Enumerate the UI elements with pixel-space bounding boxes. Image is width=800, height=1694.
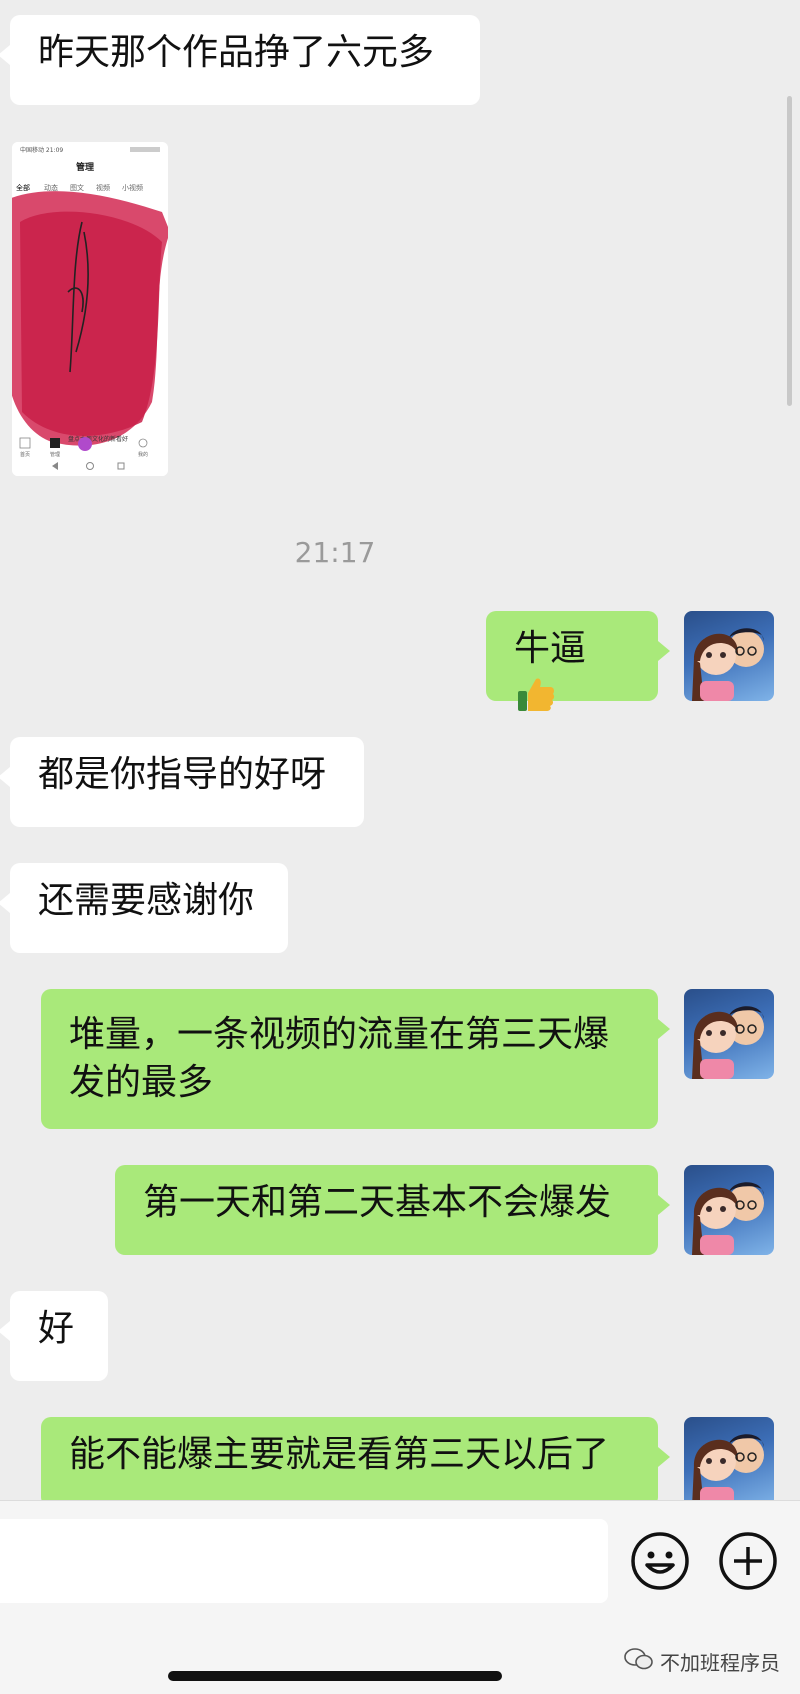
message-bubble-received[interactable]: 好 — [0, 1291, 108, 1381]
thumb-tab: 全部 — [16, 183, 30, 192]
message-text-line: 发的最多 — [69, 1062, 214, 1103]
avatar[interactable] — [684, 1165, 774, 1255]
message-bubble-sent[interactable]: 能不能爆主要就是看第三天以后了 — [41, 1417, 670, 1500]
avatar[interactable] — [684, 989, 774, 1079]
message-text-line: 堆量，一条视频的流量在第三天爆 — [69, 1014, 610, 1055]
thumb-status-time: 中国移动 21:09 — [20, 146, 63, 154]
message-bubble-sent[interactable]: 牛逼 — [486, 611, 670, 711]
shared-screenshot-image[interactable]: 中国移动 21:09 管理 全部 动态 图文 视频 小视频 盘点本周文化的新看好… — [12, 142, 168, 476]
message-text: 牛逼 — [514, 628, 587, 669]
message-text: 第一天和第二天基本不会爆发 — [143, 1182, 612, 1223]
message-bubble-sent[interactable]: 堆量，一条视频的流量在第三天爆 发的最多 — [41, 989, 670, 1129]
scrollbar[interactable] — [787, 96, 792, 406]
message-text: 还需要感谢你 — [38, 880, 255, 921]
message-bubble-received[interactable]: 都是你指导的好呀 — [0, 737, 364, 827]
wechat-icon — [624, 1647, 654, 1676]
thumb-tab: 图文 — [70, 183, 84, 192]
watermark-text: 不加班程序员 — [660, 1651, 780, 1675]
avatar[interactable] — [684, 611, 774, 701]
message-text: 能不能爆主要就是看第三天以后了 — [69, 1434, 610, 1475]
thumb-tab: 动态 — [44, 183, 58, 192]
message-text: 好 — [38, 1308, 75, 1349]
thumb-tab: 小视频 — [122, 183, 143, 192]
message-text: 昨天那个作品挣了六元多 — [38, 32, 435, 73]
thumb-nav-item: 我的 — [138, 451, 148, 458]
thumb-nav-item: 首页 — [20, 451, 30, 458]
thumbs-up-icon — [516, 673, 558, 728]
home-indicator — [168, 1671, 502, 1681]
chat-scroll-area[interactable]: 昨天那个作品挣了六元多 中国移动 21:09 管理 全部 动态 图文 视频 小视… — [0, 0, 800, 1500]
timestamp: 21:17 — [294, 536, 376, 569]
watermark: 不加班程序员 — [624, 1647, 780, 1676]
screenshot-graphic: 中国移动 21:09 管理 全部 动态 图文 视频 小视频 盘点本周文化的新看好… — [12, 142, 168, 476]
message-bubble-received[interactable]: 还需要感谢你 — [0, 863, 288, 953]
thumb-title: 管理 — [76, 161, 94, 173]
thumb-nav-item: 管理 — [50, 451, 60, 458]
smiley-icon[interactable] — [630, 1531, 690, 1591]
plus-circle-icon[interactable] — [718, 1531, 778, 1591]
message-text: 都是你指导的好呀 — [38, 754, 327, 795]
thumb-tab: 视频 — [96, 183, 110, 192]
chat-input-bar: 不加班程序员 — [0, 1500, 800, 1694]
message-input[interactable] — [0, 1519, 608, 1603]
avatar[interactable] — [684, 1417, 774, 1500]
message-bubble-received[interactable]: 昨天那个作品挣了六元多 — [0, 15, 480, 105]
thumb-footer-text: 盘点本周文化的新看好 — [68, 435, 128, 443]
message-bubble-sent[interactable]: 第一天和第二天基本不会爆发 — [115, 1165, 670, 1255]
